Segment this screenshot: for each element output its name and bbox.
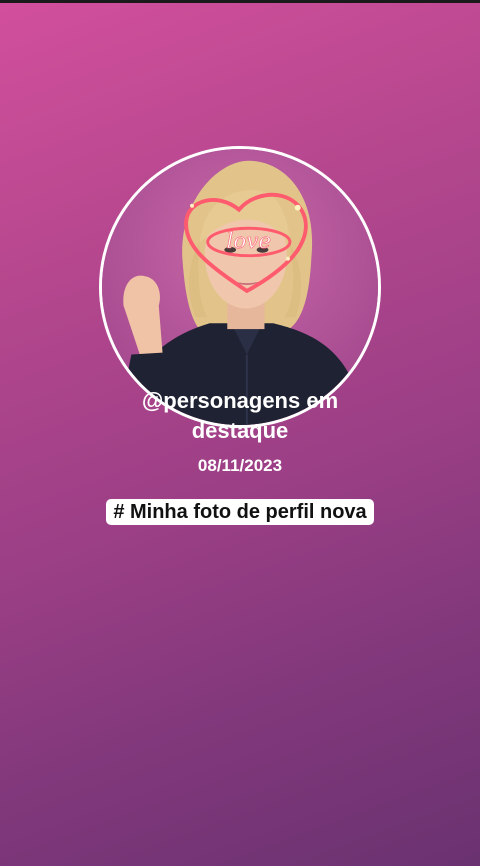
status-bar-strip xyxy=(0,0,480,3)
love-sticker-text: love xyxy=(226,229,271,254)
profile-photo-image: love xyxy=(102,149,378,425)
caption-bubble: # Minha foto de perfil nova xyxy=(100,496,380,529)
caption-text: # Minha foto de perfil nova xyxy=(106,499,374,525)
post-date: 08/11/2023 xyxy=(197,456,283,475)
profile-handle[interactable]: @personagens em destaque xyxy=(100,386,380,446)
story-screen: love @personagens em destaque 08/11/2023… xyxy=(0,0,480,866)
